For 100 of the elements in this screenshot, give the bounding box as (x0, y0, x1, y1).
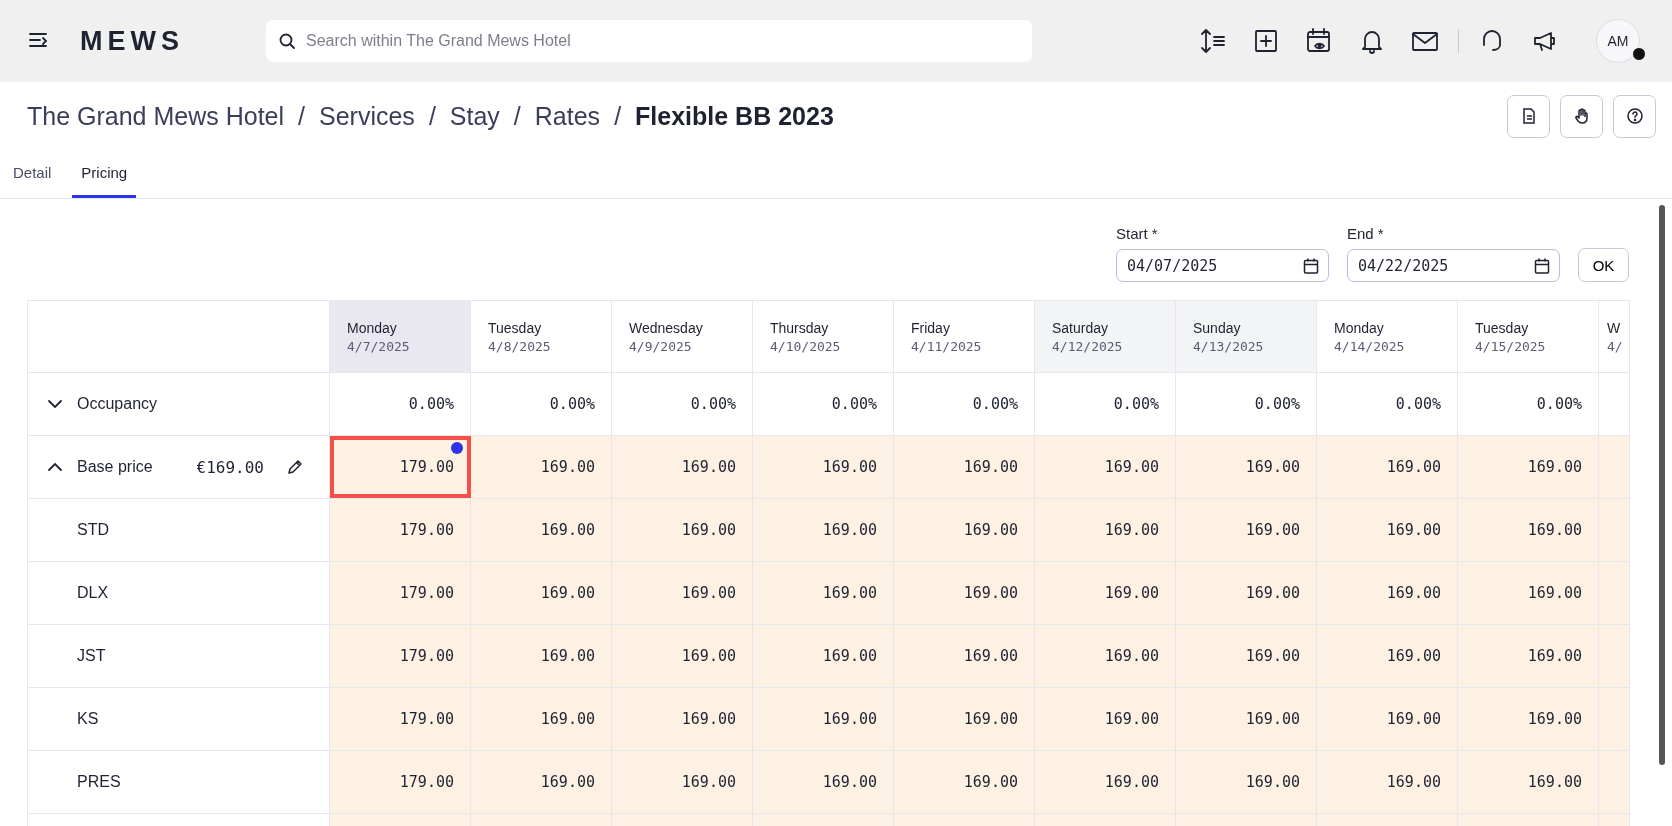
breadcrumb-separator: / (513, 101, 521, 131)
price-cell[interactable]: 169.00 (1176, 436, 1317, 498)
date-label: 4/10/2025 (770, 338, 842, 354)
table-cell: 169.00 (1317, 688, 1458, 750)
row-label: Base price (77, 458, 153, 476)
price-cell[interactable]: 169.00 (1317, 436, 1458, 498)
hand-icon (1572, 107, 1591, 125)
field-label: End * (1347, 225, 1385, 242)
price-cell[interactable]: 169.00 (612, 436, 753, 498)
date-label: 4/ (1607, 338, 1624, 354)
base-price-amount: €169.00 (196, 457, 264, 477)
edit-icon[interactable] (286, 458, 304, 476)
table-cell: 169.00 (894, 625, 1035, 687)
table-cell: 179.00 (330, 625, 471, 687)
room-type-label: KS (77, 710, 99, 728)
help-icon (1625, 107, 1644, 125)
day-name: Tuesday (488, 319, 543, 336)
breadcrumb-separator: / (298, 101, 305, 131)
table-cell: 169.00 (1317, 499, 1458, 561)
help-button[interactable] (1613, 94, 1656, 138)
table-cell: 169.00 (612, 499, 753, 561)
table-cell: 169.00 (753, 625, 894, 687)
table-cell: 169.00 (1458, 751, 1599, 813)
calendar-icon (1533, 256, 1551, 275)
table-cell: 169.00 (894, 499, 1035, 561)
date-label: 4/11/2025 (911, 338, 983, 354)
table-cell: 0.00% (612, 373, 753, 435)
table-cell: 169.00 (753, 688, 894, 750)
day-name: Tuesday (1475, 319, 1530, 336)
table-cell: 169.00 (1317, 625, 1458, 687)
breadcrumb-link[interactable]: Services (319, 101, 415, 131)
table-cell: 169.00 (1458, 562, 1599, 624)
table-cell: 169.00 (1458, 499, 1599, 561)
date-label: 4/12/2025 (1052, 338, 1124, 354)
plus-square-icon[interactable] (1252, 27, 1280, 55)
date-field[interactable]: 04/22/2025 (1347, 249, 1560, 282)
tab[interactable]: Detail (4, 154, 61, 198)
search-field[interactable]: Search within The Grand Mews Hotel (266, 20, 1032, 62)
breadcrumb-link[interactable]: Rates (534, 101, 601, 131)
table-cell: 169.00 (471, 688, 612, 750)
price-cell[interactable]: 169.00 (894, 436, 1035, 498)
breadcrumb-link[interactable]: Stay (449, 101, 500, 131)
table-cell: 169.00 (1458, 688, 1599, 750)
table-cell: 169.00 (1317, 751, 1458, 813)
room-type-label: PRES (77, 773, 121, 791)
avatar[interactable]: AM (1596, 19, 1640, 63)
day-name: Monday (347, 319, 398, 336)
price-cell[interactable]: 169.00 (1035, 436, 1176, 498)
breadcrumb-separator: / (614, 101, 622, 131)
room-type-label: JST (77, 647, 106, 665)
table-cell: 169.00 (894, 751, 1035, 813)
table-cell: 169.00 (471, 562, 612, 624)
scrollbar[interactable] (1659, 205, 1665, 765)
table-cell: 169.00 (1176, 562, 1317, 624)
document-button[interactable] (1507, 94, 1550, 138)
hand-button[interactable] (1560, 94, 1603, 138)
table-cell: 169.00 (612, 751, 753, 813)
price-cell[interactable]: 179.00 (330, 436, 471, 498)
table-cell: 0.00% (1458, 373, 1599, 435)
price-cell[interactable]: 169.00 (471, 436, 612, 498)
room-type-label: STD (77, 521, 109, 539)
search-icon (278, 32, 296, 50)
calendar-icon (1302, 256, 1320, 275)
table-cell: 169.00 (1176, 751, 1317, 813)
table-cell: 0.00% (753, 373, 894, 435)
day-name: Monday (1334, 319, 1385, 336)
table-cell: 0.00% (471, 373, 612, 435)
table-cell: 169.00 (1035, 751, 1176, 813)
status-dot (1632, 47, 1646, 61)
table-cell: 169.00 (1176, 688, 1317, 750)
table-cell: 169.00 (1035, 688, 1176, 750)
ok-button[interactable]: OK (1578, 248, 1629, 282)
line-spacing-icon[interactable] (1199, 27, 1227, 55)
table-cell: 169.00 (1035, 625, 1176, 687)
table-cell: 169.00 (1458, 625, 1599, 687)
table-cell: 169.00 (753, 562, 894, 624)
table-cell: 0.00% (1317, 373, 1458, 435)
table-cell: 169.00 (471, 751, 612, 813)
day-name: Sunday (1193, 319, 1242, 336)
table-cell: 169.00 (753, 751, 894, 813)
breadcrumb-separator: / (428, 101, 436, 131)
table-cell: 179.00 (330, 751, 471, 813)
tab[interactable]: Pricing (72, 154, 137, 198)
table-cell: 169.00 (1035, 562, 1176, 624)
calendar-eye-icon[interactable] (1305, 27, 1333, 55)
date-field[interactable]: 04/07/2025 (1116, 249, 1329, 282)
table-cell: 169.00 (612, 625, 753, 687)
table-cell: 169.00 (612, 688, 753, 750)
logo[interactable]: MEWS (80, 25, 240, 57)
breadcrumb-link[interactable]: The Grand Mews Hotel (27, 101, 285, 131)
day-name: Thursday (770, 319, 830, 336)
table-cell: 169.00 (894, 688, 1035, 750)
day-name: Wednesday (629, 319, 704, 336)
field-label: Start * (1116, 225, 1159, 242)
table-cell: 179.00 (330, 562, 471, 624)
price-cell[interactable]: 169.00 (753, 436, 894, 498)
table-cell: 169.00 (612, 562, 753, 624)
table-cell: 169.00 (1176, 499, 1317, 561)
price-cell[interactable]: 169.00 (1458, 436, 1599, 498)
date-label: 4/13/2025 (1193, 338, 1265, 354)
